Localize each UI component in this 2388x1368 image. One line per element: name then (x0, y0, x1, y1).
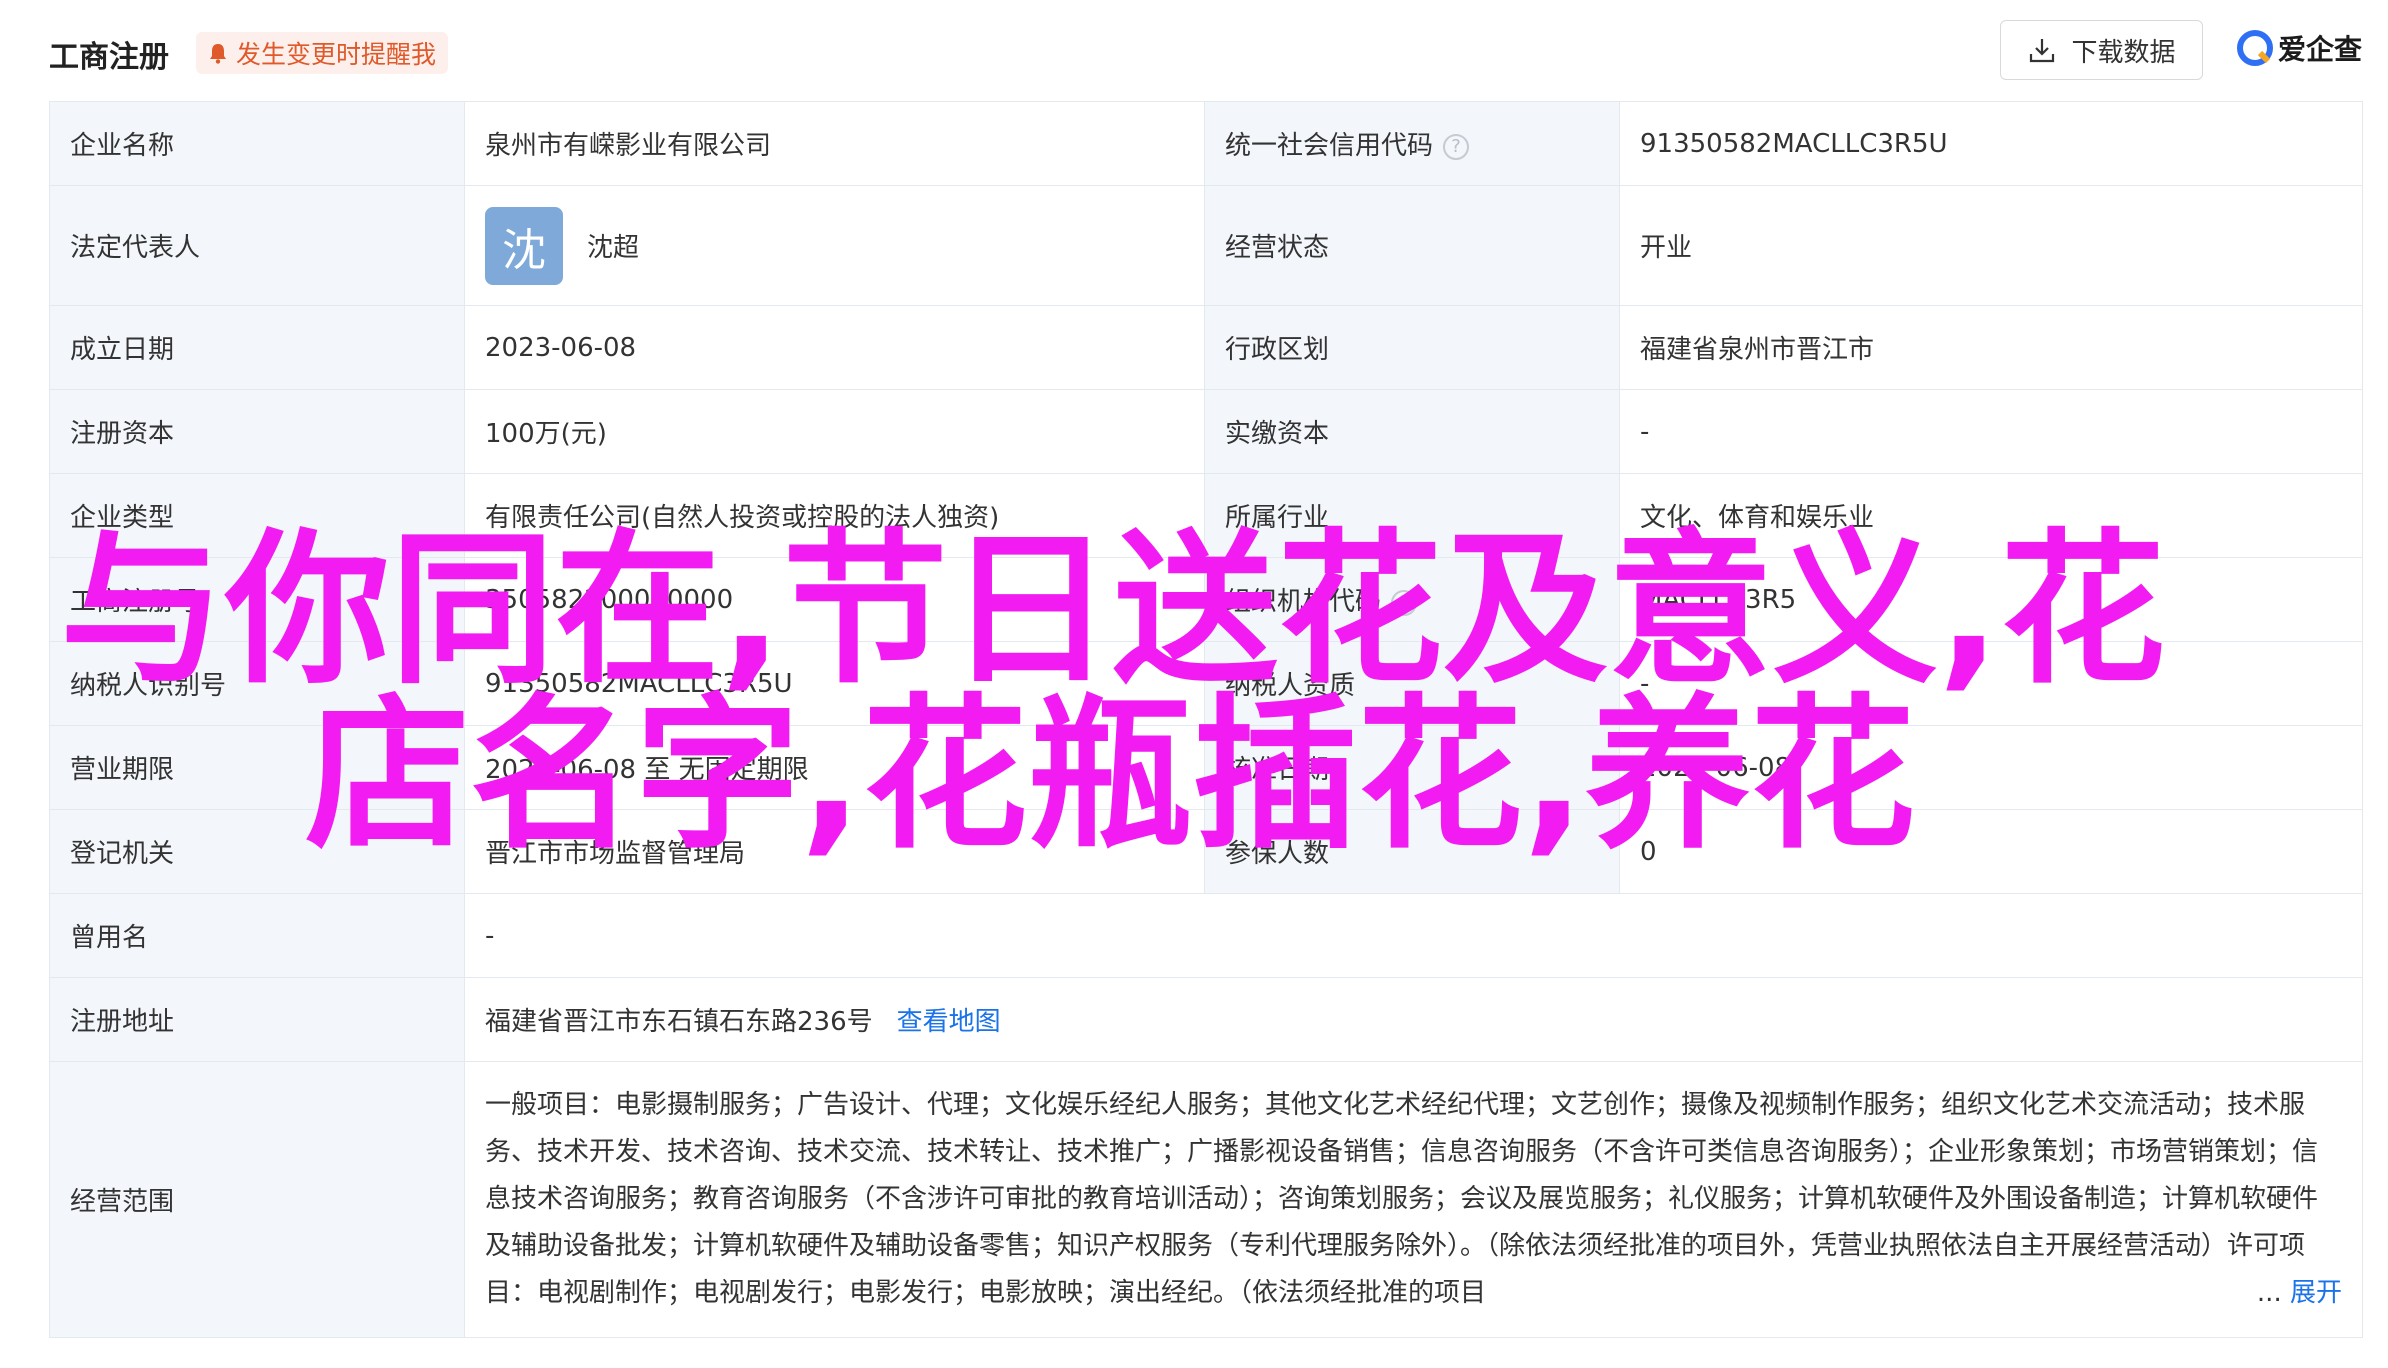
table-row: 工商注册号 350582200000000 组织机构代码? MACLLC3R5 (49, 557, 2363, 642)
table-row: 注册资本 100万(元) 实缴资本 - (49, 389, 2363, 474)
row-label: 营业期限 (49, 725, 465, 810)
table-row: 经营范围 一般项目：电影摄制服务；广告设计、代理；文化娱乐经纪人服务；其他文化艺… (49, 1061, 2363, 1338)
row-label: 纳税人识别号 (49, 641, 465, 726)
row-label: 纳税人资质 (1204, 641, 1620, 726)
table-row: 企业名称 泉州市有嵘影业有限公司 统一社会信用代码? 91350582MACLL… (49, 101, 2363, 186)
row-value: - (464, 893, 2363, 978)
row-value: 文化、体育和娱乐业 (1619, 473, 2363, 558)
row-label: 法定代表人 (49, 185, 465, 306)
table-row: 成立日期 2023-06-08 行政区划 福建省泉州市晋江市 (49, 305, 2363, 390)
row-value: 100万(元) (464, 389, 1205, 474)
credit-code: 91350582MACLLC3R5U (1619, 101, 2363, 186)
bell-icon (210, 44, 226, 64)
row-label: 曾用名 (49, 893, 465, 978)
change-alert-button[interactable]: 发生变更时提醒我 (196, 32, 449, 74)
row-label: 注册资本 (49, 389, 465, 474)
avatar[interactable]: 沈 (485, 206, 563, 285)
row-label: 企业类型 (49, 473, 465, 558)
row-label: 组织机构代码? (1204, 557, 1620, 642)
row-value: 350582200000000 (464, 557, 1205, 642)
download-icon (2030, 39, 2055, 63)
change-alert-label: 发生变更时提醒我 (236, 40, 437, 69)
row-value: 2023-06-08 至 无固定期限 (464, 725, 1205, 810)
company-name: 泉州市有嵘影业有限公司 (464, 101, 1205, 186)
row-value: 91350582MACLLC3R5U (464, 641, 1205, 726)
table-row: 曾用名 - (49, 893, 2363, 978)
expand-toggle[interactable]: ... 展开 (2250, 1270, 2342, 1317)
row-label: 所属行业 (1204, 473, 1620, 558)
business-status: 开业 (1619, 185, 2363, 306)
help-icon[interactable]: ? (1391, 589, 1418, 616)
page-title: 工商注册 (49, 40, 169, 75)
page-header: 工商注册 发生变更时提醒我 下载数据 爱企查 (0, 0, 2388, 100)
row-value: MACLLC3R5 (1619, 557, 2363, 642)
row-value: - (1619, 389, 2363, 474)
help-icon[interactable]: ? (1443, 133, 1470, 160)
row-label: 行政区划 (1204, 305, 1620, 390)
expand-button[interactable]: 展开 (2290, 1278, 2342, 1308)
registration-info-table: 企业名称 泉州市有嵘影业有限公司 统一社会信用代码? 91350582MACLL… (49, 101, 2363, 1338)
row-label: 成立日期 (49, 305, 465, 390)
download-label: 下载数据 (2071, 37, 2176, 68)
row-label: 登记机关 (49, 809, 465, 894)
row-label: 企业名称 (49, 101, 465, 186)
row-label: 注册地址 (49, 977, 465, 1062)
row-label: 经营状态 (1204, 185, 1620, 306)
registered-address: 福建省晋江市东石镇石东路236号 (485, 1007, 873, 1037)
row-value: 有限责任公司(自然人投资或控股的法人独资) (464, 473, 1205, 558)
row-value: 福建省泉州市晋江市 (1619, 305, 2363, 390)
legal-representative-name[interactable]: 沈超 (587, 227, 639, 264)
row-label: 核准日期 (1204, 725, 1620, 810)
table-row: 法定代表人 沈 沈超 经营状态 开业 (49, 185, 2363, 306)
row-value: 晋江市市场监督管理局 (464, 809, 1205, 894)
table-row: 营业期限 2023-06-08 至 无固定期限 核准日期 2023-06-08 (49, 725, 2363, 810)
table-row: 企业类型 有限责任公司(自然人投资或控股的法人独资) 所属行业 文化、体育和娱乐… (49, 473, 2363, 558)
row-label: 经营范围 (49, 1061, 465, 1338)
view-map-link[interactable]: 查看地图 (897, 1007, 1001, 1037)
logo-mark-icon (2237, 30, 2273, 66)
row-label: 实缴资本 (1204, 389, 1620, 474)
row-value: 0 (1619, 809, 2363, 894)
logo-text: 爱企查 (2278, 33, 2363, 66)
row-label: 参保人数 (1204, 809, 1620, 894)
row-value: 2023-06-08 (464, 305, 1205, 390)
row-value: - (1619, 641, 2363, 726)
row-value: 2023-06-08 (1619, 725, 2363, 810)
table-row: 纳税人识别号 91350582MACLLC3R5U 纳税人资质 - (49, 641, 2363, 726)
row-label: 工商注册号 (49, 557, 465, 642)
download-data-button[interactable]: 下载数据 (2000, 20, 2203, 80)
table-row: 注册地址 福建省晋江市东石镇石东路236号 查看地图 (49, 977, 2363, 1062)
row-label: 统一社会信用代码? (1204, 101, 1620, 186)
aiqicha-logo[interactable]: 爱企查 (2236, 26, 2362, 70)
table-row: 登记机关 晋江市市场监督管理局 参保人数 0 (49, 809, 2363, 894)
business-scope-text: 一般项目：电影摄制服务；广告设计、代理；文化娱乐经纪人服务；其他文化艺术经纪代理… (485, 1090, 2319, 1308)
